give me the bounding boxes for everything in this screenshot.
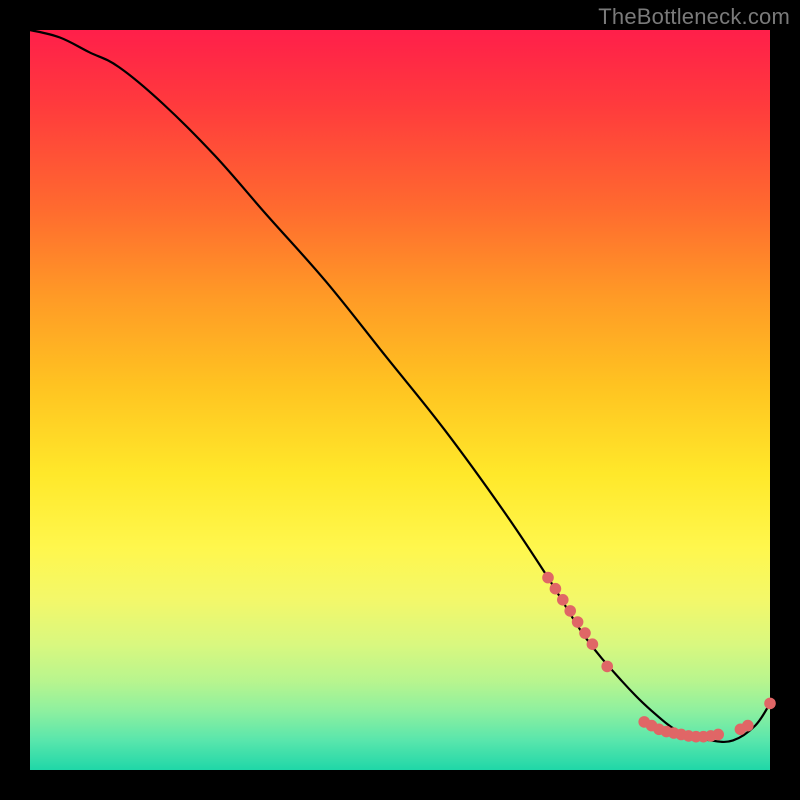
data-marker <box>557 594 569 606</box>
data-marker <box>572 616 584 628</box>
data-marker <box>764 698 776 710</box>
data-marker <box>564 605 576 617</box>
data-marker <box>550 583 562 595</box>
plot-area <box>30 30 770 770</box>
data-marker <box>542 572 554 584</box>
chart-svg <box>30 30 770 770</box>
data-marker <box>601 661 613 673</box>
data-marker <box>579 627 591 639</box>
data-marker <box>742 720 754 732</box>
curve-line <box>30 30 770 742</box>
chart-container: TheBottleneck.com <box>0 0 800 800</box>
watermark-text: TheBottleneck.com <box>598 4 790 30</box>
data-marker <box>587 638 599 650</box>
data-marker <box>712 729 724 741</box>
